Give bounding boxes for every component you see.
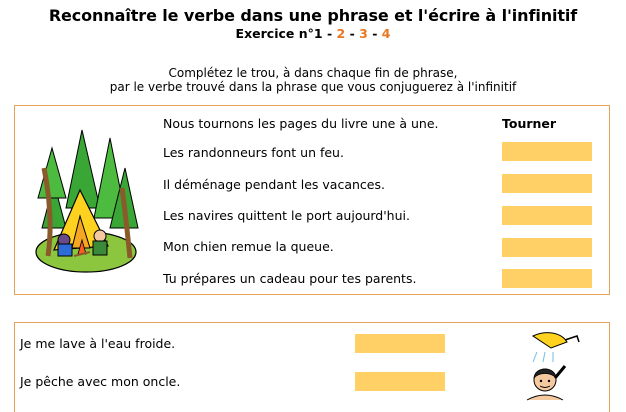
answer-field-3[interactable] bbox=[502, 174, 592, 193]
answer-field-6[interactable] bbox=[502, 269, 592, 288]
sentence-4: Les navires quittent le port aujourd'hui… bbox=[163, 208, 410, 223]
instructions: Complétez le trou, à dans chaque fin de … bbox=[0, 66, 626, 94]
sentence-3: Il déménage pendant les vacances. bbox=[163, 177, 385, 192]
sentence-8: Je pêche avec mon oncle. bbox=[20, 374, 181, 389]
exercise-label: Exercice n°1 bbox=[235, 26, 323, 41]
exercise-nav: Exercice n°1 - 2 - 3 - 4 bbox=[0, 26, 626, 41]
instructions-line-2: par le verbe trouvé dans la phrase que v… bbox=[109, 80, 517, 94]
sentence-1: Nous tournons les pages du livre une à u… bbox=[163, 116, 439, 131]
instructions-line-1: Complétez le trou, à dans chaque fin de … bbox=[168, 66, 458, 80]
nav-separator: - bbox=[326, 26, 333, 41]
sentence-2: Les randonneurs font un feu. bbox=[163, 145, 344, 160]
answer-field-5[interactable] bbox=[502, 238, 592, 257]
nav-separator: - bbox=[372, 26, 378, 41]
exercise-link-3[interactable]: 3 bbox=[359, 26, 368, 41]
nav-separator: - bbox=[349, 26, 355, 41]
sentence-6: Tu prépares un cadeau pour tes parents. bbox=[163, 271, 417, 286]
exercise-link-2[interactable]: 2 bbox=[337, 26, 346, 41]
camping-tent-campfire-illustration bbox=[35, 129, 139, 273]
exercise-link-4[interactable]: 4 bbox=[382, 26, 391, 41]
sentence-5: Mon chien remue la queue. bbox=[163, 239, 334, 254]
answer-field-8[interactable] bbox=[355, 372, 445, 391]
answer-field-7[interactable] bbox=[355, 334, 445, 353]
answer-field-2[interactable] bbox=[502, 142, 592, 161]
page-title: Reconnaître le verbe dans une phrase et … bbox=[48, 6, 578, 25]
column-header: Tourner bbox=[502, 116, 557, 131]
sentence-7: Je me lave à l'eau froide. bbox=[20, 336, 176, 351]
answer-field-4[interactable] bbox=[502, 206, 592, 225]
shower-boy-illustration bbox=[526, 332, 580, 401]
